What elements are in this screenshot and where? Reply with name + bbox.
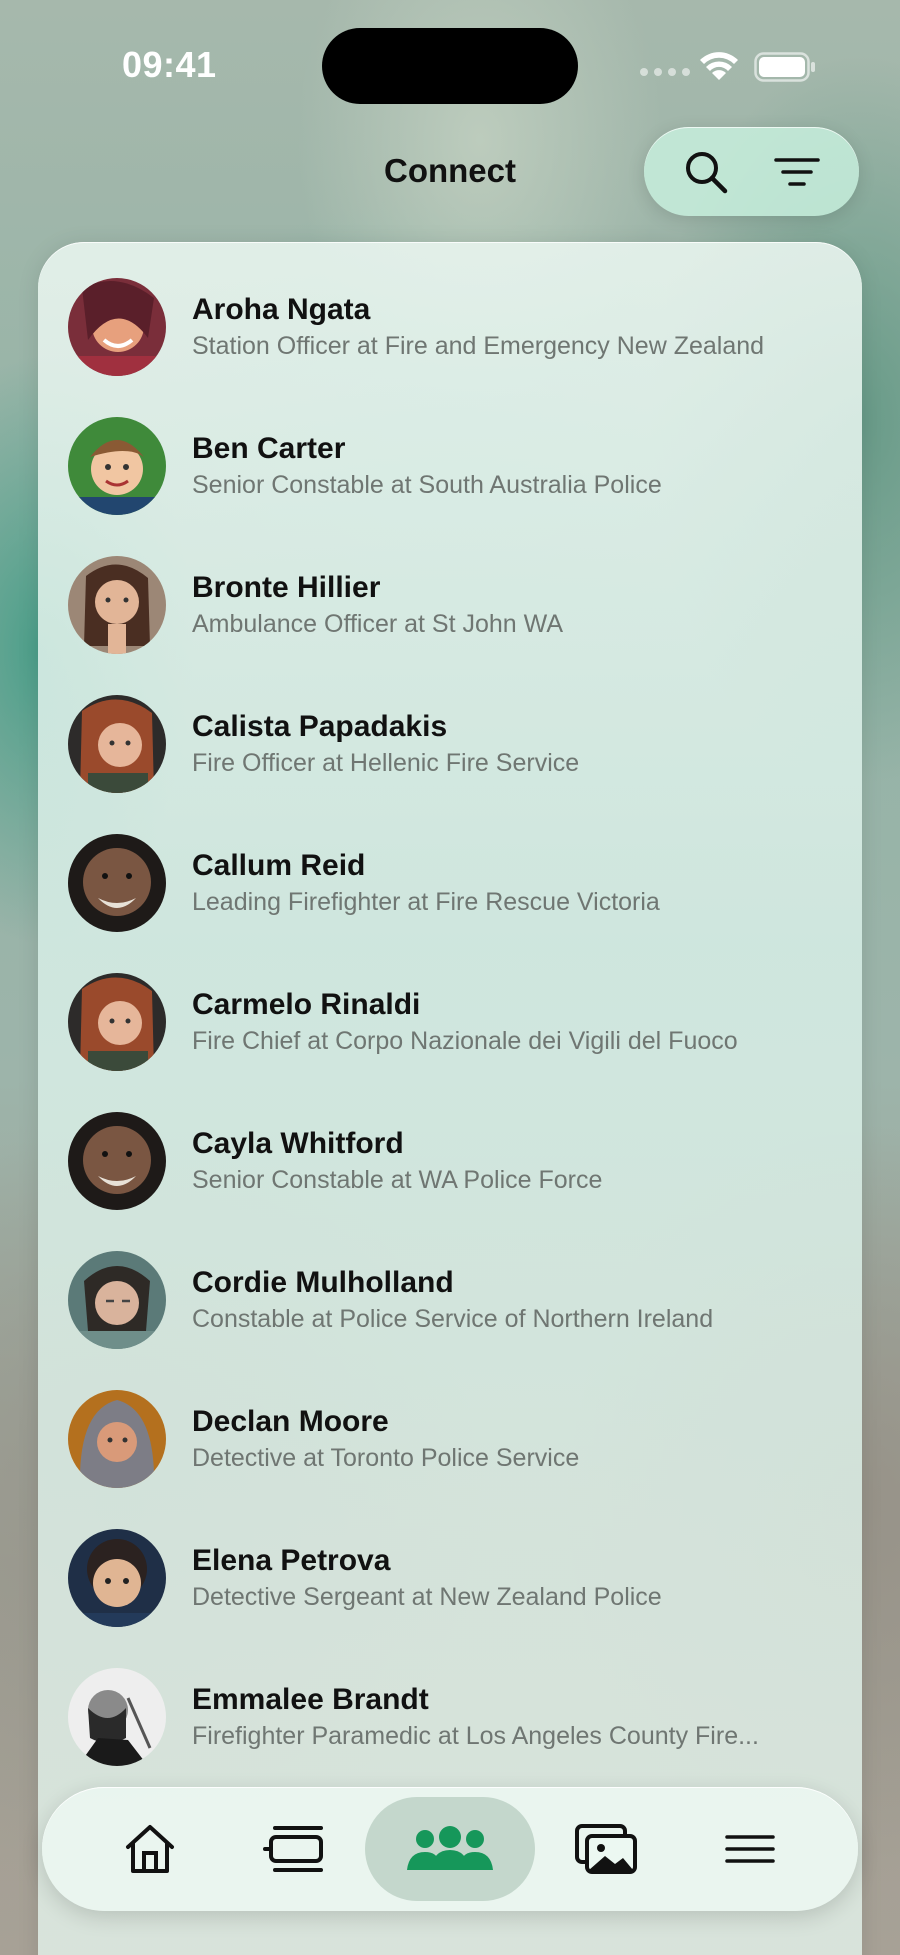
contact-row[interactable]: Elena Petrova Detective Sergeant at New … — [68, 1523, 848, 1633]
dynamic-island — [322, 28, 578, 104]
contact-row[interactable]: Bronte Hillier Ambulance Officer at St J… — [68, 550, 848, 660]
avatar — [68, 973, 166, 1071]
contact-name: Ben Carter — [192, 432, 346, 465]
home-icon — [126, 1825, 174, 1873]
search-button[interactable] — [676, 142, 736, 202]
contact-name: Cordie Mulholland — [192, 1266, 454, 1299]
avatar — [68, 1390, 166, 1488]
filter-button[interactable] — [767, 142, 827, 202]
contact-role: Detective Sergeant at New Zealand Police — [192, 1583, 662, 1611]
avatar — [68, 556, 166, 654]
avatar — [68, 1668, 166, 1766]
contact-role: Constable at Police Service of Northern … — [192, 1305, 714, 1333]
tab-people[interactable] — [365, 1797, 535, 1901]
contact-role: Ambulance Officer at St John WA — [192, 610, 563, 638]
avatar — [68, 1112, 166, 1210]
avatar — [68, 834, 166, 932]
wifi-icon — [700, 52, 738, 80]
tab-menu[interactable] — [665, 1797, 835, 1901]
contact-role: Station Officer at Fire and Emergency Ne… — [192, 332, 765, 360]
filter-icon — [774, 157, 820, 186]
feed-icon — [263, 1826, 323, 1872]
contact-row[interactable]: Declan Moore Detective at Toronto Police… — [68, 1384, 848, 1494]
contact-row[interactable]: Emmalee Brandt Firefighter Paramedic at … — [68, 1662, 848, 1772]
avatar — [68, 1251, 166, 1349]
avatar — [68, 695, 166, 793]
menu-icon — [725, 1835, 775, 1863]
contact-name: Emmalee Brandt — [192, 1683, 429, 1716]
avatar — [68, 278, 166, 376]
contact-role: Fire Chief at Corpo Nazionale dei Vigili… — [192, 1027, 738, 1055]
contact-role: Senior Constable at South Australia Poli… — [192, 471, 662, 499]
contact-row[interactable]: Cordie Mulholland Constable at Police Se… — [68, 1245, 848, 1355]
header-action-group — [644, 127, 859, 216]
contact-row[interactable]: Cayla Whitford Senior Constable at WA Po… — [68, 1106, 848, 1216]
cellular-signal-icon — [640, 68, 690, 76]
battery-icon — [754, 52, 815, 82]
contact-name: Aroha Ngata — [192, 293, 371, 326]
contact-role: Senior Constable at WA Police Force — [192, 1166, 603, 1194]
contact-row[interactable]: Callum Reid Leading Firefighter at Fire … — [68, 828, 848, 938]
contact-name: Elena Petrova — [192, 1544, 391, 1577]
contact-row[interactable]: Ben Carter Senior Constable at South Aus… — [68, 411, 848, 521]
tab-bar — [42, 1787, 858, 1911]
contact-row[interactable]: Carmelo Rinaldi Fire Chief at Corpo Nazi… — [68, 967, 848, 1077]
contact-row[interactable]: Calista Papadakis Fire Officer at Hellen… — [68, 689, 848, 799]
avatar — [68, 417, 166, 515]
contact-role: Firefighter Paramedic at Los Angeles Cou… — [192, 1722, 759, 1750]
contact-name: Carmelo Rinaldi — [192, 988, 421, 1021]
contacts-list: Aroha Ngata Station Officer at Fire and … — [38, 242, 862, 1955]
contact-role: Detective at Toronto Police Service — [192, 1444, 580, 1472]
contact-name: Cayla Whitford — [192, 1127, 404, 1160]
search-icon — [685, 151, 727, 193]
gallery-icon — [575, 1824, 637, 1874]
contact-role: Fire Officer at Hellenic Fire Service — [192, 749, 580, 777]
contact-name: Calista Papadakis — [192, 710, 448, 743]
avatar — [68, 1529, 166, 1627]
status-bar: 09:41 — [0, 0, 900, 120]
contact-row[interactable]: Aroha Ngata Station Officer at Fire and … — [68, 272, 848, 382]
contact-role: Leading Firefighter at Fire Rescue Victo… — [192, 888, 660, 916]
tab-feed[interactable] — [209, 1797, 379, 1901]
people-icon — [407, 1826, 493, 1870]
status-time: 09:41 — [122, 44, 217, 85]
contact-name: Bronte Hillier — [192, 571, 381, 604]
contact-name: Callum Reid — [192, 849, 366, 882]
contact-name: Declan Moore — [192, 1405, 389, 1438]
